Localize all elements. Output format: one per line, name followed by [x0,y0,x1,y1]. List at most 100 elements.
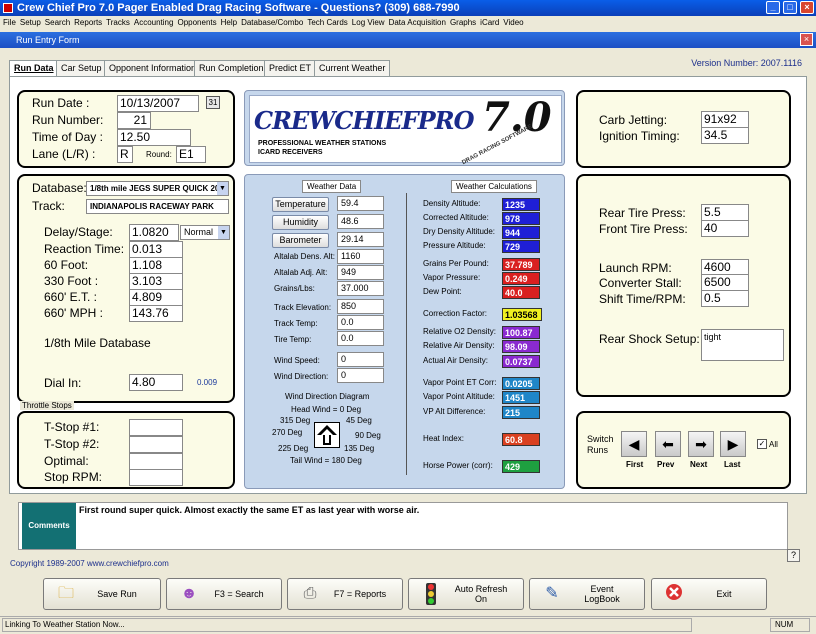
calc-label: Dry Density Altitude: [423,227,496,236]
track-temp-field[interactable]: 0.0 [337,315,384,330]
ft60-label: 60 Foot: [44,258,89,272]
grains-lbs-field[interactable]: 37.000 [337,281,384,296]
tab-opponent-information[interactable]: Opponent Information [104,60,202,76]
reports-button[interactable]: ⎙ F7 = Reports [287,578,403,610]
tab-run-completion[interactable]: Run Completion [194,60,269,76]
menu-accounting[interactable]: Accounting [134,16,174,29]
database-select[interactable]: 1/8th mile JEGS SUPER QUICK 20 ▼ [86,181,229,196]
temperature-field[interactable]: 59.4 [337,196,384,211]
wind-speed-field[interactable]: 0 [337,352,384,367]
menu-icard[interactable]: iCard [480,16,499,29]
status-text: Linking To Weather Station Now... [2,618,692,632]
tab-car-setup[interactable]: Car Setup [56,60,107,76]
search-button[interactable]: ☻ F3 = Search [166,578,282,610]
optimal-field[interactable] [129,453,183,470]
track-elevation-label: Track Elevation: [274,303,332,312]
tab-current-weather[interactable]: Current Weather [314,60,391,76]
auto-refresh-button[interactable]: Auto Refresh On [408,578,524,610]
close-button[interactable]: × [800,1,814,14]
rear-tire-field[interactable]: 5.5 [701,204,749,221]
auto-refresh-label: Auto Refresh On [454,584,508,604]
tstop2-field[interactable] [129,436,183,453]
tab-run-data[interactable]: Run Data [9,60,59,77]
menu-tracks[interactable]: Tracks [106,16,130,29]
chevron-down-icon[interactable]: ▼ [217,182,228,195]
next-button[interactable]: ➡ [688,431,714,457]
calc-label: Dew Point: [423,287,462,296]
time-of-day-label: Time of Day : [32,130,103,144]
carb-jetting-field[interactable]: 91x92 [701,111,749,128]
altalab-adj-alt-field[interactable]: 949 [337,265,384,280]
help-button[interactable]: ? [787,549,800,562]
menu-graphs[interactable]: Graphs [450,16,476,29]
ignition-timing-field[interactable]: 34.5 [701,127,749,144]
form-close-button[interactable]: × [800,33,813,46]
stop-rpm-field[interactable] [129,469,183,486]
comments-text[interactable]: First round super quick. Almost exactly … [79,505,419,515]
menu-data-acquisition[interactable]: Data Acquisition [389,16,446,29]
barometer-button[interactable]: Barometer [272,233,329,248]
run-number-field[interactable]: 21 [117,112,151,129]
run-date-field[interactable]: 10/13/2007 [117,95,199,112]
delay-stage-field[interactable]: 1.0820 [129,224,179,241]
tire-temp-field[interactable]: 0.0 [337,331,384,346]
dial-in-field[interactable]: 4.80 [129,374,183,391]
mph660-field[interactable]: 143.76 [129,305,183,322]
menu-tech-cards[interactable]: Tech Cards [307,16,347,29]
humidity-button[interactable]: Humidity [272,215,329,230]
menu-log-view[interactable]: Log View [352,16,385,29]
converter-stall-label: Converter Stall: [599,276,682,290]
rear-tire-label: Rear Tire Press: [599,206,686,220]
time-of-day-field[interactable]: 12.50 [117,129,191,146]
last-button[interactable]: ▶ [720,431,746,457]
track-elevation-field[interactable]: 850 [337,299,384,314]
tab-predict-et[interactable]: Predict ET [264,60,317,76]
exit-button[interactable]: Exit [651,578,767,610]
calc-label: Vapor Pressure: [423,273,481,282]
menu-opponents[interactable]: Opponents [177,16,216,29]
calendar-icon[interactable]: 31 [206,96,220,109]
calc-value: 729 [502,240,540,253]
database-value: 1/8th mile JEGS SUPER QUICK 20 [90,184,220,193]
prev-button[interactable]: ⬅ [655,431,681,457]
version-number: Version Number: 2007.1116 [691,58,802,68]
temperature-button[interactable]: Temperature [272,197,329,212]
first-button[interactable]: ◀ [621,431,647,457]
calc-value: 0.0205 [502,377,540,390]
minimize-button[interactable]: _ [766,1,780,14]
rear-shock-field[interactable]: tight [701,329,784,361]
front-tire-field[interactable]: 40 [701,220,749,237]
track-field[interactable]: INDIANAPOLIS RACEWAY PARK [86,199,229,214]
lane-field[interactable]: R [117,146,133,163]
shift-time-field[interactable]: 0.5 [701,290,749,307]
folder-icon: 🗀 [57,585,74,602]
converter-stall-field[interactable]: 6500 [701,274,749,291]
menu-database-combo[interactable]: Database/Combo [241,16,303,29]
barometer-field[interactable]: 29.14 [337,232,384,247]
chevron-down-icon[interactable]: ▼ [218,226,229,239]
wind-direction-field[interactable]: 0 [337,368,384,383]
ft330-field[interactable]: 3.103 [129,273,183,290]
wind-speed-label: Wind Speed: [274,356,320,365]
stage-mode-select[interactable]: Normal ▼ [180,225,230,240]
round-field[interactable]: E1 [176,146,206,163]
calc-value: 215 [502,406,540,419]
event-logbook-button[interactable]: ✎ Event LogBook [529,578,645,610]
tstop1-field[interactable] [129,419,183,436]
all-checkbox[interactable]: ✓ [757,439,767,449]
menu-reports[interactable]: Reports [74,16,102,29]
menu-file[interactable]: File [3,16,16,29]
humidity-field[interactable]: 48.6 [337,214,384,229]
ft60-field[interactable]: 1.108 [129,257,183,274]
altalab-dens-alt-field[interactable]: 1160 [337,249,384,264]
menu-setup[interactable]: Setup [20,16,41,29]
reaction-time-field[interactable]: 0.013 [129,241,183,258]
menu-help[interactable]: Help [221,16,237,29]
save-run-button[interactable]: 🗀 Save Run [43,578,161,610]
et660-field[interactable]: 4.809 [129,289,183,306]
tstop2-label: T-Stop #2: [44,437,100,451]
menu-search[interactable]: Search [45,16,70,29]
maximize-button[interactable]: □ [783,1,797,14]
menu-video[interactable]: Video [503,16,523,29]
calc-value: 978 [502,212,540,225]
